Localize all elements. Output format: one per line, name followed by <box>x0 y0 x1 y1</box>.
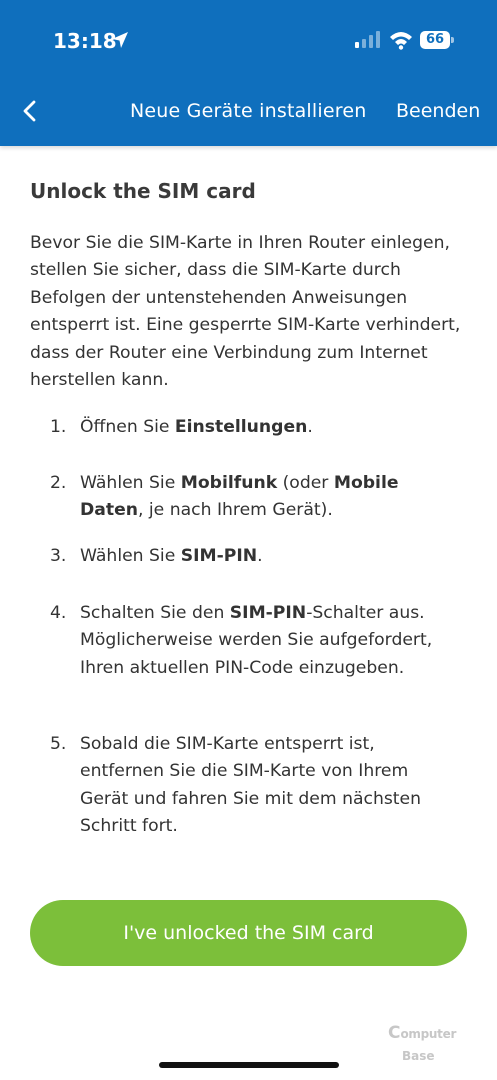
battery-icon: 66 <box>420 31 450 49</box>
nav-title: Neue Geräte installieren <box>130 100 367 122</box>
main-content: Unlock the SIM card Bevor Sie die SIM-Ka… <box>30 176 470 394</box>
page-heading: Unlock the SIM card <box>30 179 256 203</box>
nav-bar: Neue Geräte installieren Beenden <box>0 80 497 146</box>
chevron-left-icon[interactable] <box>18 98 42 124</box>
step-text: Öffnen Sie Einstellungen. <box>80 417 313 437</box>
wifi-icon <box>390 32 412 50</box>
watermark: Computer Base <box>388 1023 457 1063</box>
end-button[interactable]: Beenden <box>396 100 480 122</box>
status-bar: 13:18 66 <box>0 0 497 80</box>
status-time: 13:18 <box>53 29 117 53</box>
cellular-signal-icon <box>355 31 380 48</box>
step-emphasis: SIM-PIN <box>180 546 258 566</box>
step-text: Wählen Sie Mobilfunk (oder Mobile Daten,… <box>80 473 399 521</box>
step-number: 2. <box>50 473 67 493</box>
unlocked-sim-button[interactable]: I've unlocked the SIM card <box>30 900 467 966</box>
step-number: 5. <box>50 734 67 754</box>
battery-cap <box>451 37 454 43</box>
step-text: Schalten Sie den SIM-PIN-Schalter aus. M… <box>80 603 433 678</box>
step-number: 1. <box>50 417 67 437</box>
step-emphasis: Einstellungen <box>174 417 308 437</box>
app-header: 13:18 66 Neue Geräte installieren Beende… <box>0 0 497 146</box>
intro-text: Bevor Sie die SIM-Karte in Ihren Router … <box>30 233 461 391</box>
step-text: Sobald die SIM-Karte entsperrt ist, entf… <box>80 734 422 837</box>
step-number: 4. <box>50 603 67 623</box>
step-number: 3. <box>50 546 67 566</box>
step-emphasis: Mobilfunk <box>180 473 278 493</box>
step-emphasis: SIM-PIN <box>229 603 307 623</box>
step-text: Wählen Sie SIM-PIN. <box>80 546 263 566</box>
location-arrow-icon <box>112 32 128 48</box>
home-indicator[interactable] <box>159 1062 339 1068</box>
